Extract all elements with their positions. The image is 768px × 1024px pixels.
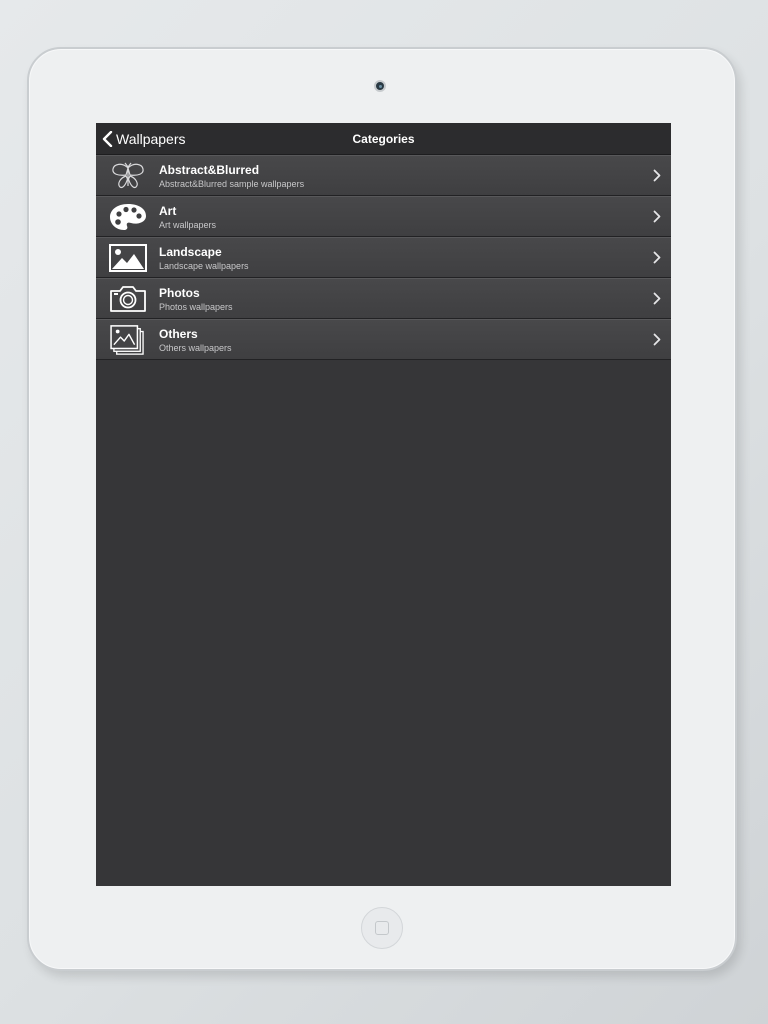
list-item-others[interactable]: Others Others wallpapers — [96, 319, 671, 360]
list-item-subtitle: Abstract&Blurred sample wallpapers — [159, 179, 305, 189]
navigation-bar: Wallpapers Categories — [96, 123, 671, 155]
list-item-abstract-blurred[interactable]: Abstract&Blurred Abstract&Blurred sample… — [96, 155, 671, 196]
camera-icon — [110, 286, 146, 312]
landscape-icon — [109, 244, 147, 272]
list-item-art[interactable]: Art Art wallpapers — [96, 196, 671, 237]
list-item-title: Art — [159, 204, 177, 218]
list-item-subtitle: Photos wallpapers — [159, 302, 233, 312]
chevron-right-icon — [653, 251, 661, 264]
list-item-title: Others — [159, 327, 198, 341]
chevron-right-icon — [653, 169, 661, 182]
list-item-subtitle: Landscape wallpapers — [159, 261, 249, 271]
list-item-title: Photos — [159, 286, 200, 300]
home-square-icon — [375, 921, 389, 935]
home-button[interactable] — [361, 907, 403, 949]
chevron-right-icon — [653, 292, 661, 305]
list-item-landscape[interactable]: Landscape Landscape wallpapers — [96, 237, 671, 278]
list-item-photos[interactable]: Photos Photos wallpapers — [96, 278, 671, 319]
photo-stack-icon — [110, 325, 144, 355]
list-item-title: Landscape — [159, 245, 222, 259]
front-camera — [374, 80, 386, 92]
page-title: Categories — [352, 132, 415, 146]
chevron-right-icon — [653, 210, 661, 223]
category-list: Abstract&Blurred Abstract&Blurred sample… — [96, 155, 671, 360]
list-item-subtitle: Others wallpapers — [159, 343, 232, 353]
app-screen: Wallpapers Categories Abstract&Blurred A… — [96, 123, 671, 886]
chevron-right-icon — [653, 333, 661, 346]
palette-icon — [110, 204, 146, 230]
list-item-title: Abstract&Blurred — [159, 163, 260, 177]
list-item-subtitle: Art wallpapers — [159, 220, 217, 230]
butterfly-icon — [112, 162, 144, 189]
